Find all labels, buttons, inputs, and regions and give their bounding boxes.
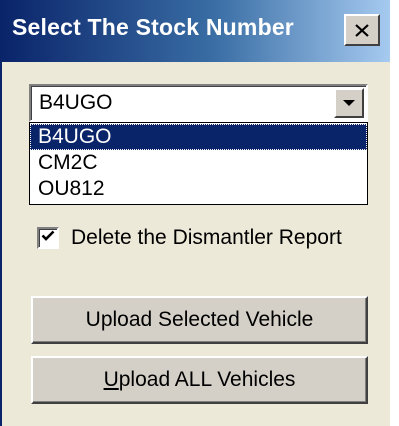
upload-all-vehicles-button[interactable]: Upload ALL Vehicles <box>31 356 368 404</box>
stock-list-item-cm2c[interactable]: CM2C <box>30 150 367 176</box>
upload-all-mnemonic: U <box>103 368 119 391</box>
title-bar[interactable]: Select The Stock Number <box>2 0 390 62</box>
upload-selected-vehicle-label: Upload Selected Vehicle <box>85 308 314 331</box>
stock-number-dialog: Select The Stock Number B4UGO B4UGO CM2C… <box>0 0 390 426</box>
delete-report-checkbox[interactable] <box>37 227 59 249</box>
check-icon <box>41 229 55 247</box>
upload-selected-vehicle-button[interactable]: Upload Selected Vehicle <box>31 296 368 344</box>
stock-number-list[interactable]: B4UGO CM2C OU812 <box>29 122 368 205</box>
chevron-down-icon <box>343 94 355 112</box>
stock-list-item-b4ugo[interactable]: B4UGO <box>30 124 367 150</box>
stock-list-item-ou812[interactable]: OU812 <box>30 176 367 202</box>
delete-report-option[interactable]: Delete the Dismantler Report <box>37 224 342 252</box>
dropdown-button[interactable] <box>334 88 364 118</box>
stock-number-combobox-value: B4UGO <box>39 91 113 114</box>
upload-all-vehicles-label: Upload ALL Vehicles <box>104 368 296 392</box>
stock-number-combobox[interactable]: B4UGO <box>29 84 368 122</box>
close-button[interactable] <box>344 14 380 46</box>
close-icon <box>355 23 369 37</box>
upload-all-label-rest: pload ALL Vehicles <box>118 368 296 391</box>
dialog-title: Select The Stock Number <box>12 14 294 40</box>
delete-report-label: Delete the Dismantler Report <box>71 226 342 249</box>
